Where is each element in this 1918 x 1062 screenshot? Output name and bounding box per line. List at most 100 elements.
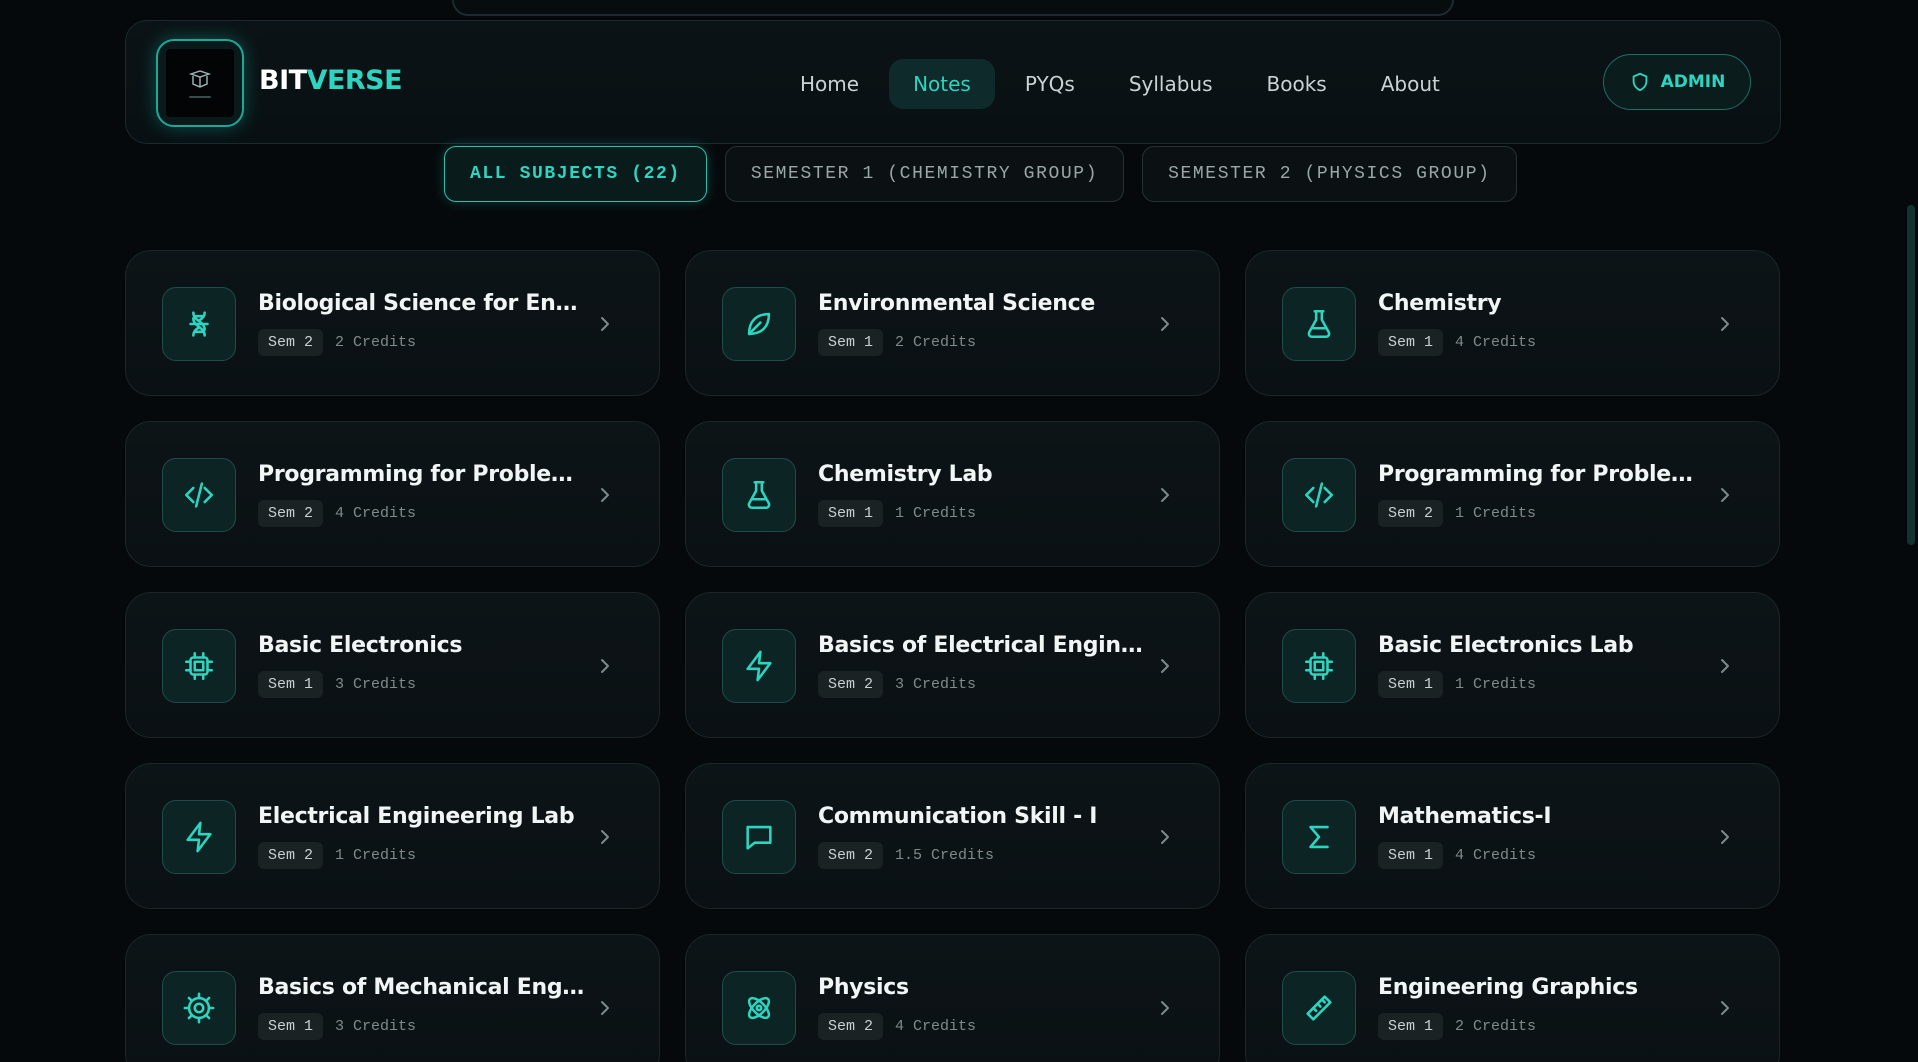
chevron-right-icon: [1721, 317, 1729, 331]
chevron-right-icon: [1161, 830, 1169, 844]
chevron-right-icon: [1161, 317, 1169, 331]
lightning-icon: [162, 800, 236, 874]
sigma-icon: [1282, 800, 1356, 874]
subject-meta: Sem 1 3 Credits: [258, 671, 416, 698]
ruler-icon: [1282, 971, 1356, 1045]
semester-badge: Sem 2: [258, 500, 324, 527]
book-logo-icon: [166, 49, 234, 117]
code-icon: [162, 458, 236, 532]
chevron-right-icon: [601, 659, 609, 673]
page: BITVERSE Home Notes PYQs Syllabus Books …: [0, 0, 1918, 1062]
subject-card[interactable]: Engineering Graphics Sem 1 2 Credits: [1245, 934, 1780, 1062]
subject-title: Communication Skill - I: [818, 804, 1098, 829]
atom-icon: [722, 971, 796, 1045]
credits-label: 1.5 Credits: [895, 847, 995, 864]
chevron-right-icon: [1721, 488, 1729, 502]
scrollbar[interactable]: [1904, 0, 1918, 1062]
subject-card[interactable]: Basics of Electrical Engine... Sem 2 3 C…: [685, 592, 1220, 738]
subject-meta: Sem 1 1 Credits: [1378, 671, 1536, 698]
chat-bubble-icon: [722, 800, 796, 874]
subject-card[interactable]: Environmental Science Sem 1 2 Credits: [685, 250, 1220, 396]
chevron-right-icon: [1721, 830, 1729, 844]
subject-card[interactable]: Physics Sem 2 4 Credits: [685, 934, 1220, 1062]
subject-card[interactable]: Programming for Problem ... Sem 2 4 Cred…: [125, 421, 660, 567]
subject-meta: Sem 1 1 Credits: [818, 500, 976, 527]
subject-title: Basic Electronics: [258, 633, 463, 658]
subject-card[interactable]: Chemistry Lab Sem 1 1 Credits: [685, 421, 1220, 567]
subject-meta: Sem 2 1.5 Credits: [818, 842, 994, 869]
nav-pyqs[interactable]: PYQs: [1001, 59, 1099, 109]
subject-title: Physics: [818, 975, 909, 1000]
subject-title: Environmental Science: [818, 291, 1095, 316]
credits-label: 4 Credits: [1455, 334, 1537, 351]
dna-icon: [162, 287, 236, 361]
credits-label: 3 Credits: [335, 1018, 417, 1035]
semester-badge: Sem 1: [818, 500, 884, 527]
chevron-right-icon: [1161, 659, 1169, 673]
subject-title: Basic Electronics Lab: [1378, 633, 1634, 658]
nav-books[interactable]: Books: [1243, 59, 1351, 109]
subject-card[interactable]: Basics of Mechanical Engi... Sem 1 3 Cre…: [125, 934, 660, 1062]
credits-label: 4 Credits: [335, 505, 417, 522]
semester-badge: Sem 2: [1378, 500, 1444, 527]
chip-icon: [162, 629, 236, 703]
gear-icon: [162, 971, 236, 1045]
subject-title: Chemistry Lab: [818, 462, 993, 487]
credits-label: 2 Credits: [895, 334, 977, 351]
nav-about[interactable]: About: [1357, 59, 1464, 109]
subject-card[interactable]: Basic Electronics Lab Sem 1 1 Credits: [1245, 592, 1780, 738]
semester-filters: ALL SUBJECTS (22) SEMESTER 1 (CHEMISTRY …: [444, 146, 1517, 202]
filter-all-subjects[interactable]: ALL SUBJECTS (22): [444, 146, 707, 202]
logo[interactable]: [156, 39, 244, 127]
subject-title: Basics of Mechanical Engi...: [258, 975, 588, 1000]
credits-label: 4 Credits: [895, 1018, 977, 1035]
subject-card[interactable]: Mathematics-I Sem 1 4 Credits: [1245, 763, 1780, 909]
semester-badge: Sem 1: [1378, 842, 1444, 869]
main-nav: Home Notes PYQs Syllabus Books About: [776, 59, 1470, 109]
brand-part-2: VERSE: [306, 65, 403, 96]
credits-label: 2 Credits: [1455, 1018, 1537, 1035]
subject-title: Biological Science for Engi...: [258, 291, 588, 316]
semester-badge: Sem 2: [258, 329, 324, 356]
subject-meta: Sem 2 2 Credits: [258, 329, 416, 356]
nav-home[interactable]: Home: [776, 59, 883, 109]
subject-card[interactable]: Biological Science for Engi... Sem 2 2 C…: [125, 250, 660, 396]
subject-meta: Sem 2 4 Credits: [818, 1013, 976, 1040]
brand-part-1: BIT: [259, 65, 307, 96]
semester-badge: Sem 2: [818, 1013, 884, 1040]
subject-card[interactable]: Communication Skill - I Sem 2 1.5 Credit…: [685, 763, 1220, 909]
subject-meta: Sem 2 4 Credits: [258, 500, 416, 527]
admin-button[interactable]: ADMIN: [1603, 54, 1751, 110]
subject-card[interactable]: Programming for Problem ... Sem 2 1 Cred…: [1245, 421, 1780, 567]
nav-syllabus[interactable]: Syllabus: [1105, 59, 1237, 109]
filter-semester-2[interactable]: SEMESTER 2 (PHYSICS GROUP): [1142, 146, 1517, 202]
credits-label: 2 Credits: [335, 334, 417, 351]
credits-label: 3 Credits: [335, 676, 417, 693]
subject-title: Electrical Engineering Lab: [258, 804, 575, 829]
filter-semester-1[interactable]: SEMESTER 1 (CHEMISTRY GROUP): [724, 146, 1125, 202]
credits-label: 1 Credits: [1455, 505, 1537, 522]
subject-meta: Sem 2 3 Credits: [818, 671, 976, 698]
shield-icon: [1632, 72, 1647, 92]
top-search-bar[interactable]: [452, 0, 1454, 16]
semester-badge: Sem 1: [1378, 1013, 1444, 1040]
subject-card[interactable]: Chemistry Sem 1 4 Credits: [1245, 250, 1780, 396]
nav-notes[interactable]: Notes: [889, 59, 995, 109]
navbar: BITVERSE Home Notes PYQs Syllabus Books …: [125, 20, 1781, 144]
subject-title: Chemistry: [1378, 291, 1502, 316]
credits-label: 1 Credits: [895, 505, 977, 522]
subject-meta: Sem 2 1 Credits: [1378, 500, 1536, 527]
brand-name[interactable]: BITVERSE: [259, 65, 403, 96]
semester-badge: Sem 1: [258, 1013, 324, 1040]
chevron-right-icon: [1721, 659, 1729, 673]
semester-badge: Sem 2: [258, 842, 324, 869]
lightning-icon: [722, 629, 796, 703]
subject-card[interactable]: Electrical Engineering Lab Sem 2 1 Credi…: [125, 763, 660, 909]
subject-card[interactable]: Basic Electronics Sem 1 3 Credits: [125, 592, 660, 738]
credits-label: 4 Credits: [1455, 847, 1537, 864]
semester-badge: Sem 1: [258, 671, 324, 698]
scrollbar-thumb[interactable]: [1907, 205, 1915, 545]
subject-grid: Biological Science for Engi... Sem 2 2 C…: [125, 250, 1781, 1062]
chip-icon: [1282, 629, 1356, 703]
subject-title: Programming for Problem ...: [258, 462, 588, 487]
